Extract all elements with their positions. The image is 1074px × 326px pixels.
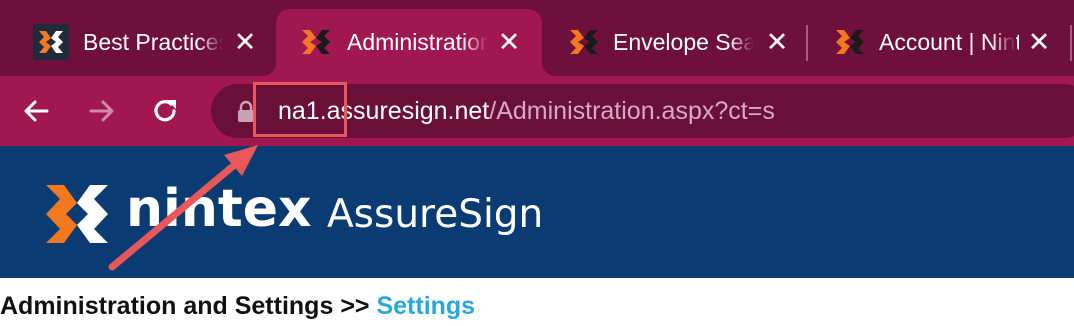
breadcrumb-separator: >> bbox=[340, 292, 370, 320]
product-name: AssureSign bbox=[327, 192, 544, 237]
tab-strip: Best Practices ✕ Administration ✕ Envelo… bbox=[0, 0, 1074, 76]
close-icon[interactable]: ✕ bbox=[232, 29, 258, 56]
nintex-icon bbox=[570, 30, 598, 54]
nintex-dark-icon bbox=[33, 24, 69, 60]
close-icon[interactable]: ✕ bbox=[1026, 29, 1052, 56]
close-icon[interactable]: ✕ bbox=[496, 29, 522, 56]
tab-administration[interactable]: Administration ✕ bbox=[262, 9, 556, 76]
reload-icon[interactable] bbox=[147, 93, 183, 129]
url-path: /Administration.aspx?ct=s bbox=[489, 97, 775, 125]
url-text[interactable]: na1.assuresign.net/Administration.aspx?c… bbox=[278, 94, 775, 128]
tab-title-fade bbox=[990, 23, 1016, 63]
tab-separator bbox=[1070, 25, 1072, 61]
forward-arrow-icon[interactable] bbox=[83, 93, 119, 129]
app-header: nintex AssureSign bbox=[0, 146, 1074, 278]
tab-title-fade bbox=[197, 23, 223, 63]
tab-title-fade bbox=[462, 23, 488, 63]
breadcrumb-current: Administration and Settings bbox=[0, 292, 334, 320]
breadcrumb-link-settings[interactable]: Settings bbox=[376, 292, 475, 320]
brand-name: nintex bbox=[126, 179, 312, 239]
url-highlight-box bbox=[253, 82, 347, 137]
nintex-icon bbox=[302, 30, 330, 54]
back-arrow-icon[interactable] bbox=[19, 93, 55, 129]
tab-title-fade bbox=[728, 23, 754, 63]
nintex-icon bbox=[836, 30, 864, 54]
tab-separator bbox=[806, 25, 808, 61]
tab-envelope-search[interactable]: Envelope Search ✕ bbox=[566, 9, 806, 76]
close-icon[interactable]: ✕ bbox=[764, 29, 790, 56]
tab-best-practices[interactable]: Best Practices ✕ bbox=[33, 9, 273, 76]
browser-toolbar: na1.assuresign.net/Administration.aspx?c… bbox=[0, 76, 1074, 146]
nintex-logo-icon[interactable] bbox=[44, 181, 110, 247]
breadcrumb: Administration and Settings >> Settings bbox=[0, 286, 475, 326]
tab-account[interactable]: Account | Nintex ✕ bbox=[832, 9, 1072, 76]
